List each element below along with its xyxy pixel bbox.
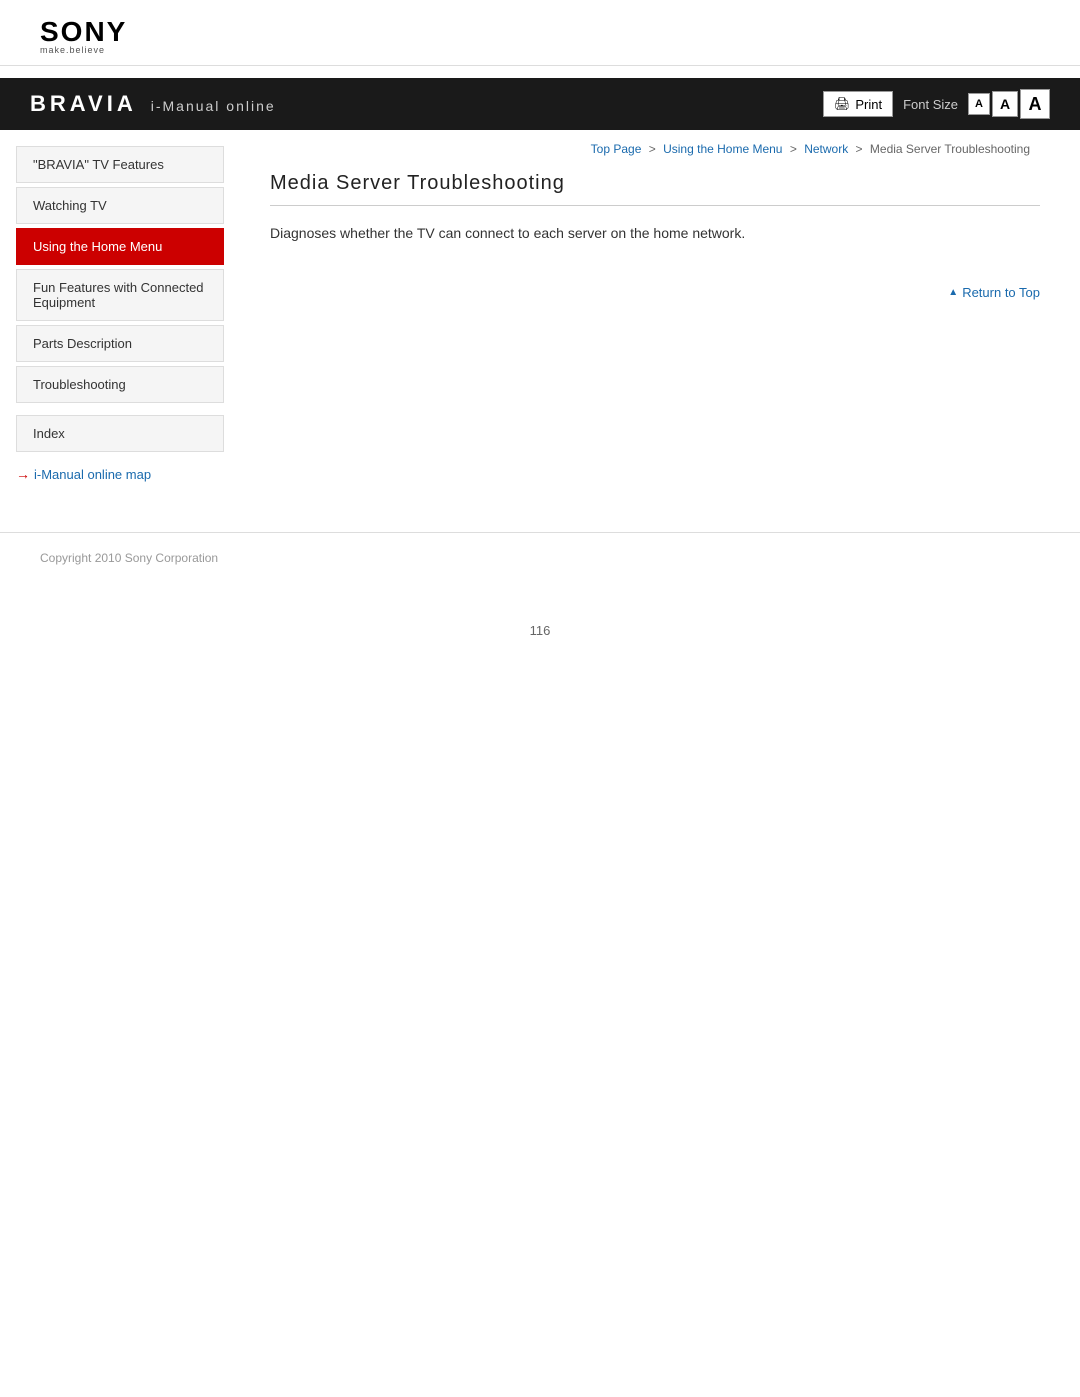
- font-small-button[interactable]: A: [968, 93, 990, 115]
- banner-right: 🖨 Print Font Size A A A: [823, 89, 1050, 119]
- breadcrumb-sep2: >: [790, 142, 797, 156]
- page-title: Media Server Troubleshooting: [270, 172, 1040, 206]
- breadcrumb-sep1: >: [649, 142, 656, 156]
- page-description: Diagnoses whether the TV can connect to …: [270, 222, 1040, 244]
- sony-brand: SONY: [40, 18, 1040, 46]
- sidebar-item-fun-features[interactable]: Fun Features with Connected Equipment: [16, 269, 224, 321]
- breadcrumb-current: Media Server Troubleshooting: [870, 142, 1030, 156]
- sidebar-item-parts-description[interactable]: Parts Description: [16, 325, 224, 362]
- font-medium-button[interactable]: A: [992, 91, 1018, 117]
- sidebar-item-troubleshooting[interactable]: Troubleshooting: [16, 366, 224, 403]
- footer: Copyright 2010 Sony Corporation: [0, 532, 1080, 583]
- sidebar: "BRAVIA" TV Features Watching TV Using t…: [0, 130, 240, 502]
- breadcrumb-network[interactable]: Network: [804, 142, 848, 156]
- breadcrumb: Top Page > Using the Home Menu > Network…: [270, 142, 1040, 156]
- sidebar-item-index[interactable]: Index: [16, 415, 224, 452]
- breadcrumb-sep3: >: [856, 142, 863, 156]
- main-content: Top Page > Using the Home Menu > Network…: [240, 130, 1080, 502]
- imanual-label: i-Manual online: [151, 98, 276, 114]
- sidebar-item-watching-tv[interactable]: Watching TV: [16, 187, 224, 224]
- page-number: 116: [0, 623, 1080, 638]
- content-wrapper: "BRAVIA" TV Features Watching TV Using t…: [0, 130, 1080, 502]
- copyright-text: Copyright 2010 Sony Corporation: [40, 551, 218, 565]
- return-top-area: ▲ Return to Top: [270, 274, 1040, 300]
- arrow-right-icon: →: [16, 466, 30, 482]
- bravia-section: BRAVIA i-Manual online: [30, 91, 276, 117]
- return-to-top-link[interactable]: ▲ Return to Top: [948, 285, 1040, 300]
- breadcrumb-top-page[interactable]: Top Page: [591, 142, 642, 156]
- font-size-controls: A A A: [968, 89, 1050, 119]
- sony-logo: SONY make.believe: [40, 18, 1040, 55]
- print-icon: 🖨: [834, 96, 851, 112]
- sony-tagline: make.believe: [40, 46, 1040, 55]
- triangle-up-icon: ▲: [948, 287, 958, 298]
- imanual-map-link[interactable]: → i-Manual online map: [0, 456, 240, 482]
- font-large-button[interactable]: A: [1020, 89, 1050, 119]
- breadcrumb-using-home-menu[interactable]: Using the Home Menu: [663, 142, 782, 156]
- logo-area: SONY make.believe: [0, 0, 1080, 66]
- sidebar-item-using-home-menu[interactable]: Using the Home Menu: [16, 228, 224, 265]
- print-button[interactable]: 🖨 Print: [823, 91, 893, 117]
- top-banner: BRAVIA i-Manual online 🖨 Print Font Size…: [0, 78, 1080, 130]
- sidebar-item-bravia-tv-features[interactable]: "BRAVIA" TV Features: [16, 146, 224, 183]
- font-size-label: Font Size: [903, 97, 958, 112]
- bravia-title: BRAVIA: [30, 91, 137, 117]
